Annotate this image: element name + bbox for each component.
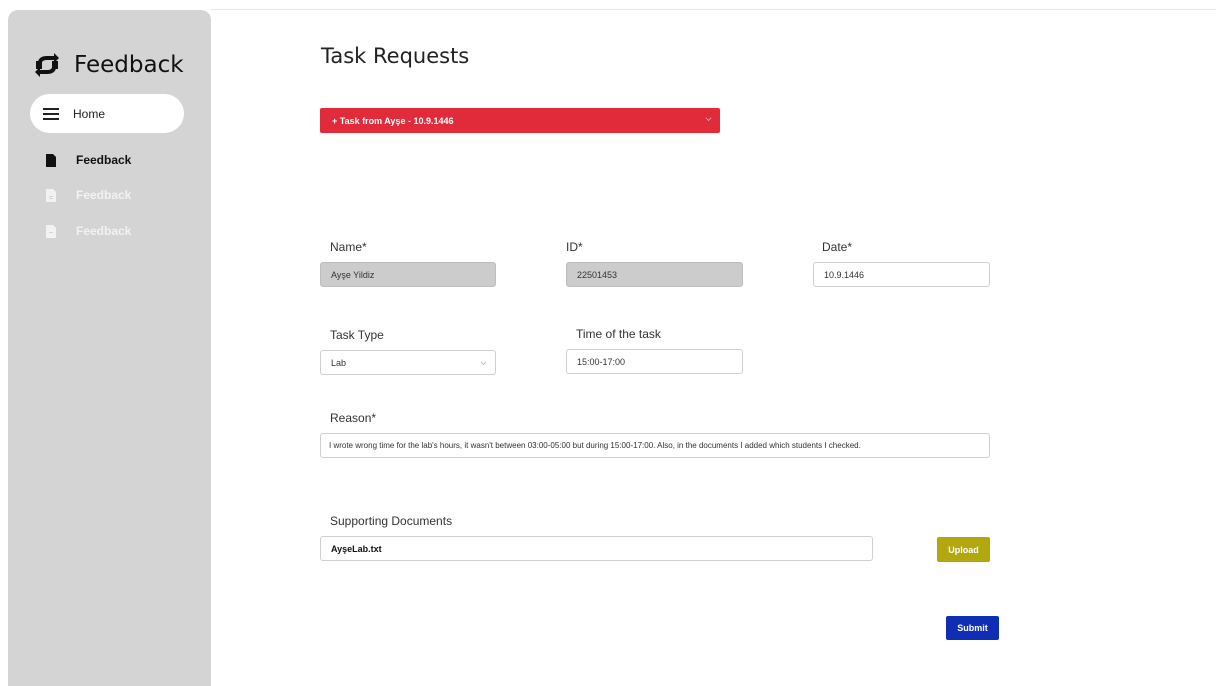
- time-field[interactable]: 15:00-17:00: [566, 349, 743, 374]
- document-icon: [46, 153, 56, 167]
- task-type-label: Task Type: [330, 328, 384, 342]
- name-field: Ayşe Yildiz: [320, 262, 496, 287]
- sidebar-item-feedback-1[interactable]: Feedback: [46, 153, 131, 167]
- top-divider: [211, 9, 1216, 10]
- reason-field[interactable]: I wrote wrong time for the lab's hours, …: [320, 433, 990, 458]
- home-nav-label: Home: [73, 106, 106, 121]
- brand-title: Feedback: [74, 52, 184, 78]
- task-request-dropdown[interactable]: + Task from Ayşe - 10.9.1446: [320, 108, 720, 133]
- document-icon: [46, 224, 56, 238]
- supporting-docs-label: Supporting Documents: [330, 514, 453, 528]
- upload-button[interactable]: Upload: [937, 537, 990, 562]
- sync-icon: [35, 53, 59, 77]
- name-label: Name*: [330, 240, 367, 254]
- submit-button[interactable]: Submit: [946, 616, 999, 640]
- time-label: Time of the task: [576, 327, 661, 341]
- task-type-value: Lab: [331, 357, 347, 368]
- task-type-select[interactable]: Lab: [320, 350, 496, 375]
- sidebar-item-feedback-3[interactable]: Feedback: [46, 224, 131, 238]
- reason-label: Reason*: [330, 411, 377, 425]
- chevron-down-icon: [480, 361, 487, 365]
- sidebar: Feedback Home Feedback Feedback Feedback: [8, 10, 211, 686]
- home-nav-button[interactable]: Home: [30, 94, 184, 133]
- sidebar-item-label: Feedback: [76, 224, 132, 238]
- page-title: Task Requests: [321, 44, 470, 68]
- sidebar-item-label: Feedback: [76, 188, 132, 202]
- sidebar-item-label: Feedback: [76, 153, 132, 167]
- brand[interactable]: Feedback: [34, 52, 184, 78]
- task-request-label: + Task from Ayşe - 10.9.1446: [332, 115, 454, 126]
- date-label: Date*: [822, 240, 853, 254]
- id-field: 22501453: [566, 262, 743, 287]
- document-icon: [46, 188, 56, 202]
- supporting-docs-field[interactable]: AyşeLab.txt: [320, 536, 873, 561]
- hamburger-menu-icon: [43, 107, 59, 120]
- chevron-down-icon: [705, 117, 712, 121]
- date-field[interactable]: 10.9.1446: [813, 262, 990, 287]
- id-label: ID*: [566, 240, 583, 254]
- sidebar-item-feedback-2[interactable]: Feedback: [46, 188, 131, 202]
